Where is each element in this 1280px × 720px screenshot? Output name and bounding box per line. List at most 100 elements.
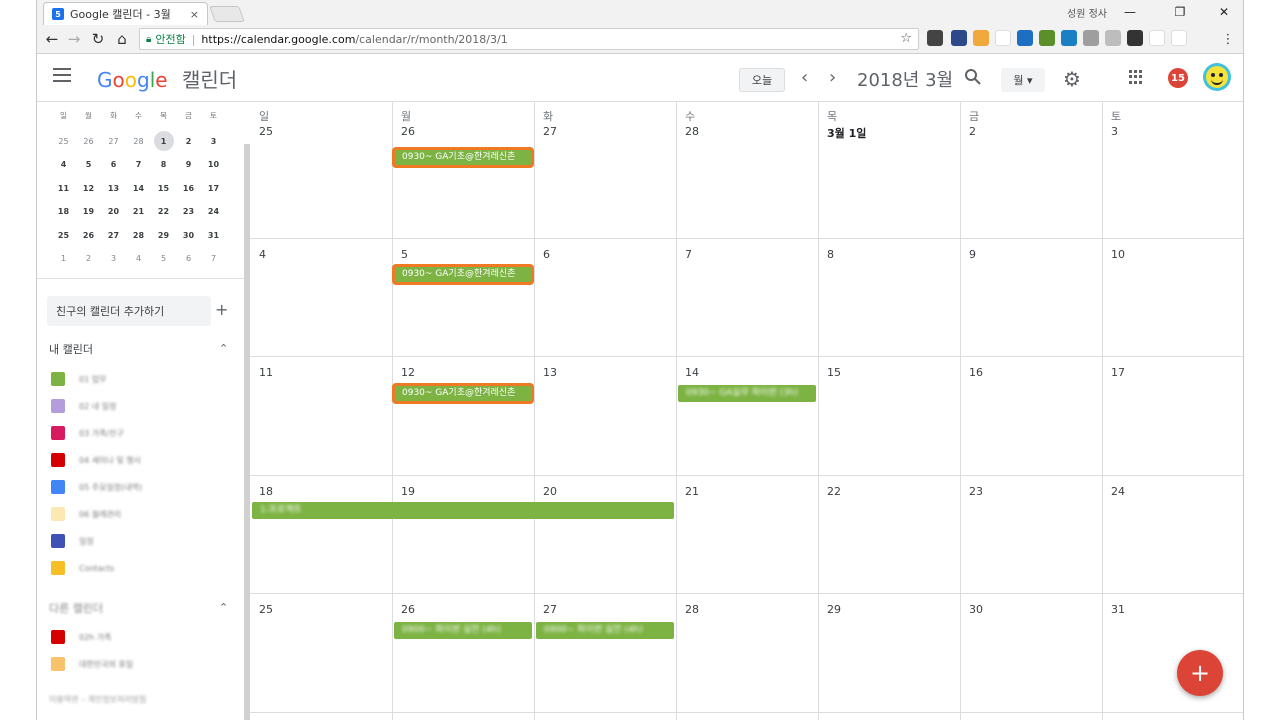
address-bar[interactable]: 🔒︎ 안전함 | https://calendar.google.com /ca…: [139, 28, 919, 50]
day-number[interactable]: 14: [685, 366, 699, 379]
calendar-checkbox[interactable]: [51, 426, 65, 440]
day-number[interactable]: 17: [1111, 366, 1125, 379]
hamburger-menu-icon[interactable]: [53, 68, 71, 84]
mini-day[interactable]: 20: [101, 207, 126, 216]
extension-icon[interactable]: [1171, 30, 1187, 46]
today-button[interactable]: 오늘: [739, 68, 785, 92]
day-cell[interactable]: [818, 102, 960, 238]
close-window-button[interactable]: ✕: [1209, 2, 1239, 22]
avatar[interactable]: [1203, 63, 1231, 91]
mini-day[interactable]: 26: [76, 137, 101, 146]
minimize-button[interactable]: —: [1115, 2, 1145, 22]
mini-day[interactable]: 7: [201, 254, 226, 263]
mini-day[interactable]: 3: [201, 137, 226, 146]
day-number[interactable]: 2: [969, 125, 976, 138]
extension-icon[interactable]: [1127, 30, 1143, 46]
window-user-name[interactable]: 성원 정사: [1067, 5, 1107, 20]
day-number[interactable]: 31: [1111, 603, 1125, 616]
mini-day[interactable]: 18: [51, 207, 76, 216]
mini-day[interactable]: 4: [51, 160, 76, 169]
mini-day[interactable]: 28: [126, 231, 151, 240]
calendar-checkbox[interactable]: [51, 480, 65, 494]
collapse-chevron-icon[interactable]: ⌃: [219, 342, 228, 355]
day-number[interactable]: 10: [1111, 248, 1125, 261]
mini-day[interactable]: 24: [201, 207, 226, 216]
google-apps-grid-icon[interactable]: [1129, 70, 1143, 84]
mini-day[interactable]: 9: [176, 160, 201, 169]
mini-day[interactable]: 2: [176, 137, 201, 146]
day-cell[interactable]: [250, 102, 392, 238]
extension-icon[interactable]: [951, 30, 967, 46]
extension-icon[interactable]: [1039, 30, 1055, 46]
day-number[interactable]: 26: [401, 125, 415, 138]
my-calendars-heading[interactable]: 내 캘린더: [49, 341, 93, 357]
day-number[interactable]: 3월 1일: [827, 125, 866, 141]
day-cell[interactable]: [676, 102, 818, 238]
day-number[interactable]: 20: [543, 485, 557, 498]
calendar-list-item[interactable]: 01 업무: [51, 372, 106, 386]
mini-day[interactable]: 21: [126, 207, 151, 216]
day-number[interactable]: 9: [969, 248, 976, 261]
calendar-list-item[interactable]: 일정: [51, 534, 94, 548]
day-number[interactable]: 25: [259, 125, 273, 138]
calendar-list-item[interactable]: 03 가족/친구: [51, 426, 124, 440]
event-chip[interactable]: 0900~ 파이썬 실전 (4h): [536, 622, 674, 639]
browser-tab[interactable]: 5 Google 캘린더 - 3월 ×: [43, 2, 208, 25]
day-cell[interactable]: [392, 238, 534, 356]
day-number[interactable]: 13: [543, 366, 557, 379]
mini-day[interactable]: 5: [76, 160, 101, 169]
mini-day[interactable]: 8: [151, 160, 176, 169]
day-number[interactable]: 7: [685, 248, 692, 261]
calendar-checkbox[interactable]: [51, 507, 65, 521]
mini-day[interactable]: 27: [101, 137, 126, 146]
extension-icon[interactable]: [1017, 30, 1033, 46]
calendar-list-item[interactable]: 대한민국의 휴일: [51, 657, 133, 671]
day-cell[interactable]: [250, 238, 392, 356]
mini-day[interactable]: 17: [201, 184, 226, 193]
mini-day[interactable]: 14: [126, 184, 151, 193]
mini-day[interactable]: 30: [176, 231, 201, 240]
event-chip[interactable]: 1:프로젝트: [252, 502, 674, 519]
mini-day[interactable]: 2: [76, 254, 101, 263]
calendar-checkbox[interactable]: [51, 372, 65, 386]
add-calendar-plus-icon[interactable]: +: [215, 300, 228, 319]
day-number[interactable]: 29: [827, 603, 841, 616]
day-number[interactable]: 15: [827, 366, 841, 379]
restore-button[interactable]: ❐: [1165, 2, 1195, 22]
day-cell[interactable]: [534, 102, 676, 238]
mini-day[interactable]: 25: [51, 231, 76, 240]
event-chip[interactable]: 0900~ 파이썬 실전 (4h): [394, 622, 532, 639]
opera-extension-icon[interactable]: [1149, 30, 1165, 46]
google-calendar-logo[interactable]: Google 캘린더: [97, 64, 237, 93]
mini-day[interactable]: 5: [151, 254, 176, 263]
day-number[interactable]: 6: [543, 248, 550, 261]
mini-day[interactable]: 16: [176, 184, 201, 193]
mini-day[interactable]: 6: [176, 254, 201, 263]
day-number[interactable]: 11: [259, 366, 273, 379]
forward-arrow-icon[interactable]: →: [63, 28, 85, 50]
mini-day-selected[interactable]: 1: [153, 131, 174, 152]
day-cell[interactable]: [818, 238, 960, 356]
previous-month-chevron-icon[interactable]: ‹: [801, 67, 808, 88]
mini-day[interactable]: 28: [126, 137, 151, 146]
day-number[interactable]: 27: [543, 125, 557, 138]
event-chip[interactable]: 0930~ GA기초@한겨레신촌: [392, 383, 534, 404]
event-chip[interactable]: 0930~ GA기초@한겨레신촌: [392, 264, 534, 285]
day-cell[interactable]: [392, 102, 534, 238]
sidebar-footer-links[interactable]: 이용약관 – 개인정보처리방침: [49, 694, 146, 705]
day-number[interactable]: 12: [401, 366, 415, 379]
calendar-list-item[interactable]: 04 세미나 및 행사: [51, 453, 141, 467]
back-arrow-icon[interactable]: ←: [41, 28, 63, 50]
day-number[interactable]: 25: [259, 603, 273, 616]
extension-icon[interactable]: [1061, 30, 1077, 46]
calendar-checkbox[interactable]: [51, 453, 65, 467]
day-number[interactable]: 16: [969, 366, 983, 379]
mini-day[interactable]: 4: [126, 254, 151, 263]
day-number[interactable]: 23: [969, 485, 983, 498]
mini-day[interactable]: 15: [151, 184, 176, 193]
settings-gear-icon[interactable]: ⚙: [1063, 67, 1081, 91]
mini-day[interactable]: 12: [76, 184, 101, 193]
calendar-list-item[interactable]: 02h 가족: [51, 630, 112, 644]
calendar-list-item[interactable]: Contacts: [51, 561, 114, 575]
day-number[interactable]: 18: [259, 485, 273, 498]
